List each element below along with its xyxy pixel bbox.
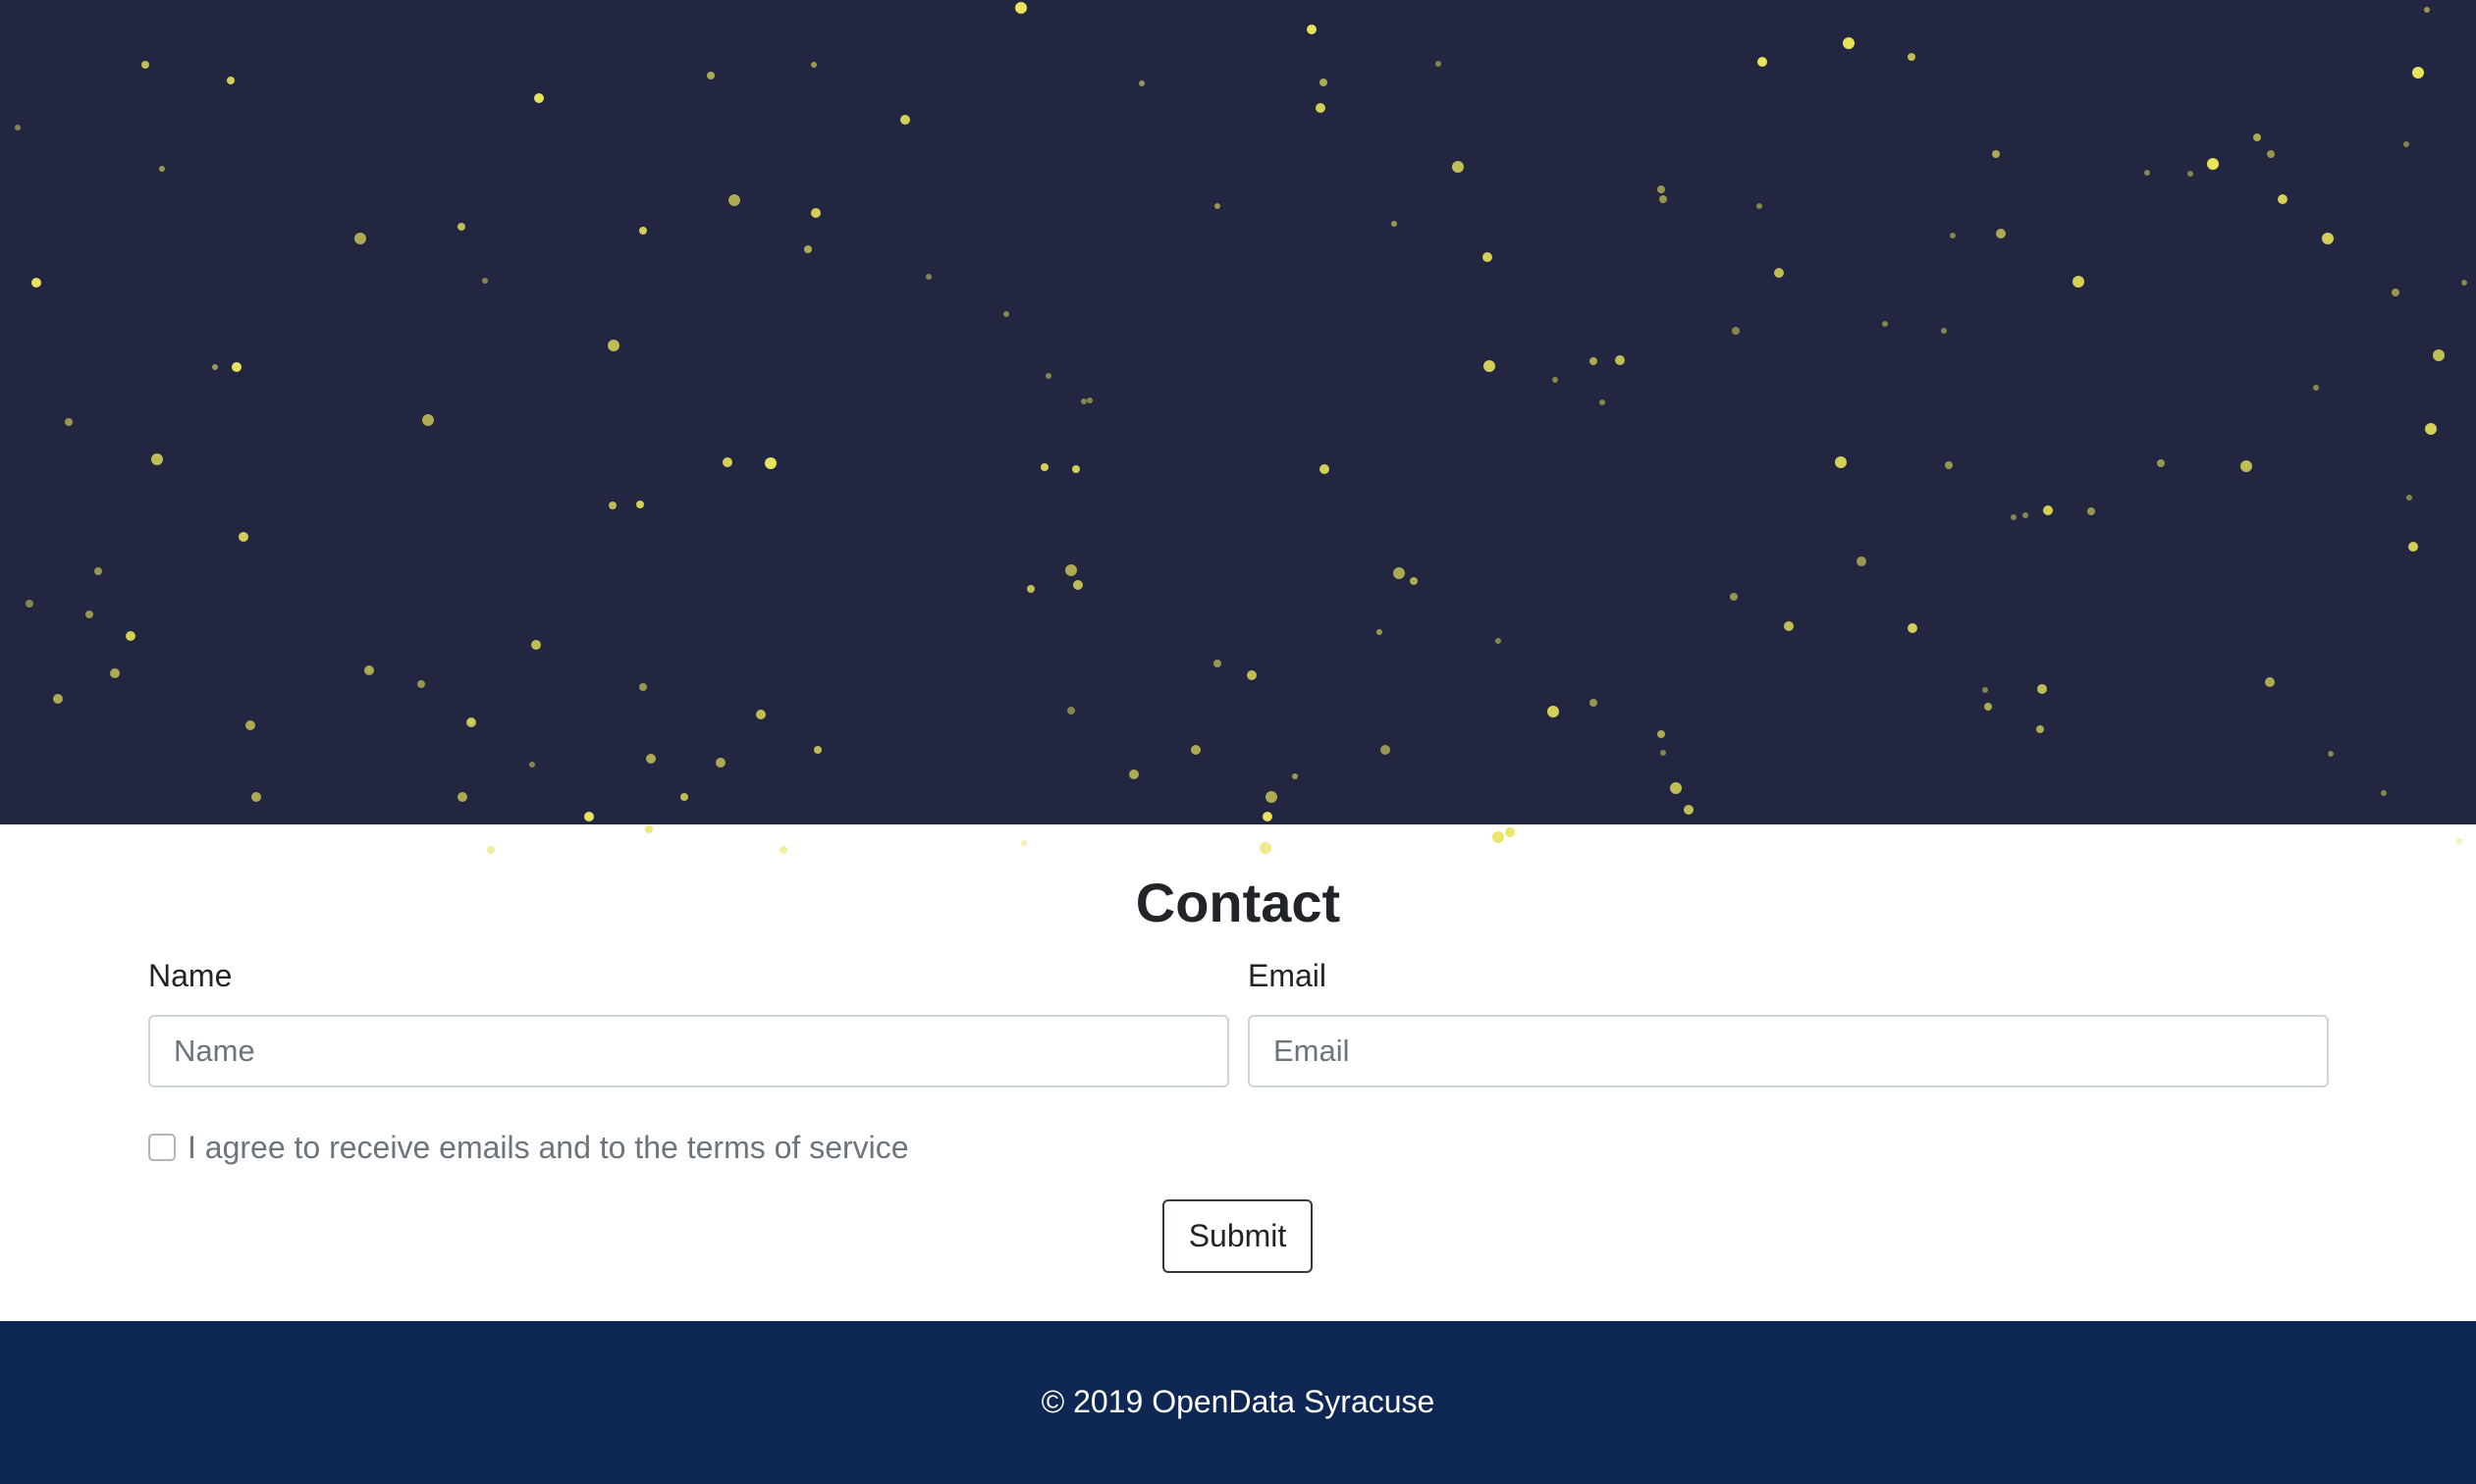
email-label: Email xyxy=(1248,958,1327,993)
email-input[interactable] xyxy=(1248,1015,2329,1087)
agree-label[interactable]: I agree to receive emails and to the ter… xyxy=(188,1128,909,1167)
contact-section: Contact Name Email I agree to receive em… xyxy=(0,824,2476,1321)
name-label: Name xyxy=(148,958,233,993)
contact-title: Contact xyxy=(1135,872,1341,933)
agree-row: I agree to receive emails and to the ter… xyxy=(148,1125,909,1170)
agree-checkbox[interactable] xyxy=(148,1134,176,1161)
footer-copyright: © 2019 OpenData Syracuse xyxy=(1041,1384,1435,1419)
submit-button[interactable]: Submit xyxy=(1162,1199,1313,1273)
page: Contact Name Email I agree to receive em… xyxy=(0,0,2476,1484)
starfield-hero xyxy=(0,0,2476,824)
footer: © 2019 OpenData Syracuse xyxy=(0,1321,2476,1484)
name-input[interactable] xyxy=(148,1015,1229,1087)
